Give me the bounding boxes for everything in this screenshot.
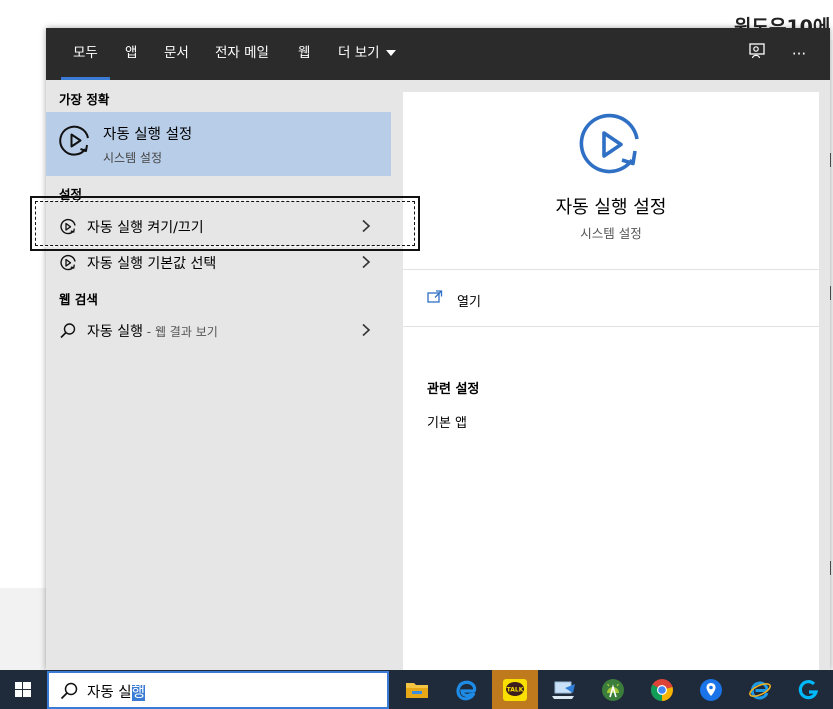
more-options-icon[interactable]: ··· [787,42,811,66]
divider [403,269,819,270]
internet-explorer-icon[interactable] [737,670,783,709]
search-typed-text: 자동 실 [87,685,132,701]
kakaotalk-label: TALK [507,686,524,693]
autoplay-large-icon [578,112,644,182]
tab-documents[interactable]: 문서 [164,28,189,80]
best-match-title: 자동 실행 설정 [103,127,193,143]
focus-highlight-inner [35,201,415,246]
tab-all[interactable]: 모두 [61,28,110,80]
web-search-label: 자동 실행 - 웹 결과 보기 [87,321,218,341]
autoplay-icon [58,124,92,162]
divider [403,326,819,327]
tab-email[interactable]: 전자 메일 [215,28,269,80]
edge-icon[interactable] [443,670,489,709]
file-explorer-icon[interactable] [394,670,440,709]
detail-subtitle: 시스템 설정 [580,226,642,241]
kakaotalk-icon[interactable]: TALK [492,670,538,709]
open-label: 열기 [457,295,481,310]
related-item-default-apps[interactable]: 기본 앱 [427,412,467,431]
chevron-right-icon[interactable] [360,322,372,341]
web-search-query: 자동 실행 [87,324,143,340]
chevron-down-icon [385,50,396,56]
settings-item-label: 자동 실행 기본값 선택 [87,256,217,272]
web-search-result[interactable]: 자동 실행 - 웹 결과 보기 [46,313,391,347]
windows-start-button[interactable] [0,670,46,709]
maps-pin-icon[interactable] [688,670,734,709]
logitech-icon[interactable] [786,670,832,709]
search-input[interactable]: 자동 실행 [87,681,145,702]
tab-more[interactable]: 더 보기 [338,28,396,80]
best-match-heading: 가장 정확 [59,92,110,107]
chrome-icon[interactable] [639,670,685,709]
web-search-suffix: - 웹 결과 보기 [142,325,218,339]
detail-title: 자동 실행 설정 [555,197,667,218]
taskbar-search-box[interactable]: 자동 실행 [47,671,389,709]
autoplay-small-icon [59,254,77,276]
tab-web[interactable]: 웹 [298,28,310,80]
best-match-result[interactable]: 자동 실행 설정 시스템 설정 [46,112,391,176]
related-settings-heading: 관련 설정 [427,382,480,397]
search-composing-char: 행 [131,685,145,701]
background-gray-block [0,588,46,670]
search-icon [59,322,77,344]
feedback-icon[interactable] [745,42,769,66]
chevron-right-icon[interactable] [360,254,372,273]
focus-highlight [30,196,420,251]
result-detail-pane: 자동 실행 설정 시스템 설정 열기 관련 설정 기본 앱 [403,92,819,670]
laptop-sync-icon[interactable] [541,670,587,709]
best-match-subtitle: 시스템 설정 [103,151,163,165]
filter-tab-bar: 모두 앱 문서 전자 메일 웹 더 보기 ··· [46,28,830,80]
android-studio-icon[interactable] [590,670,636,709]
web-search-heading: 웹 검색 [59,292,98,307]
tab-more-label: 더 보기 [338,45,380,61]
open-external-icon [427,289,443,308]
taskbar: 자동 실행 TALK [0,670,833,709]
search-icon [59,681,79,705]
search-panel: 모두 앱 문서 전자 메일 웹 더 보기 ··· 가장 정확 자동 실행 설정 … [46,28,830,670]
tab-apps[interactable]: 앱 [125,28,137,80]
